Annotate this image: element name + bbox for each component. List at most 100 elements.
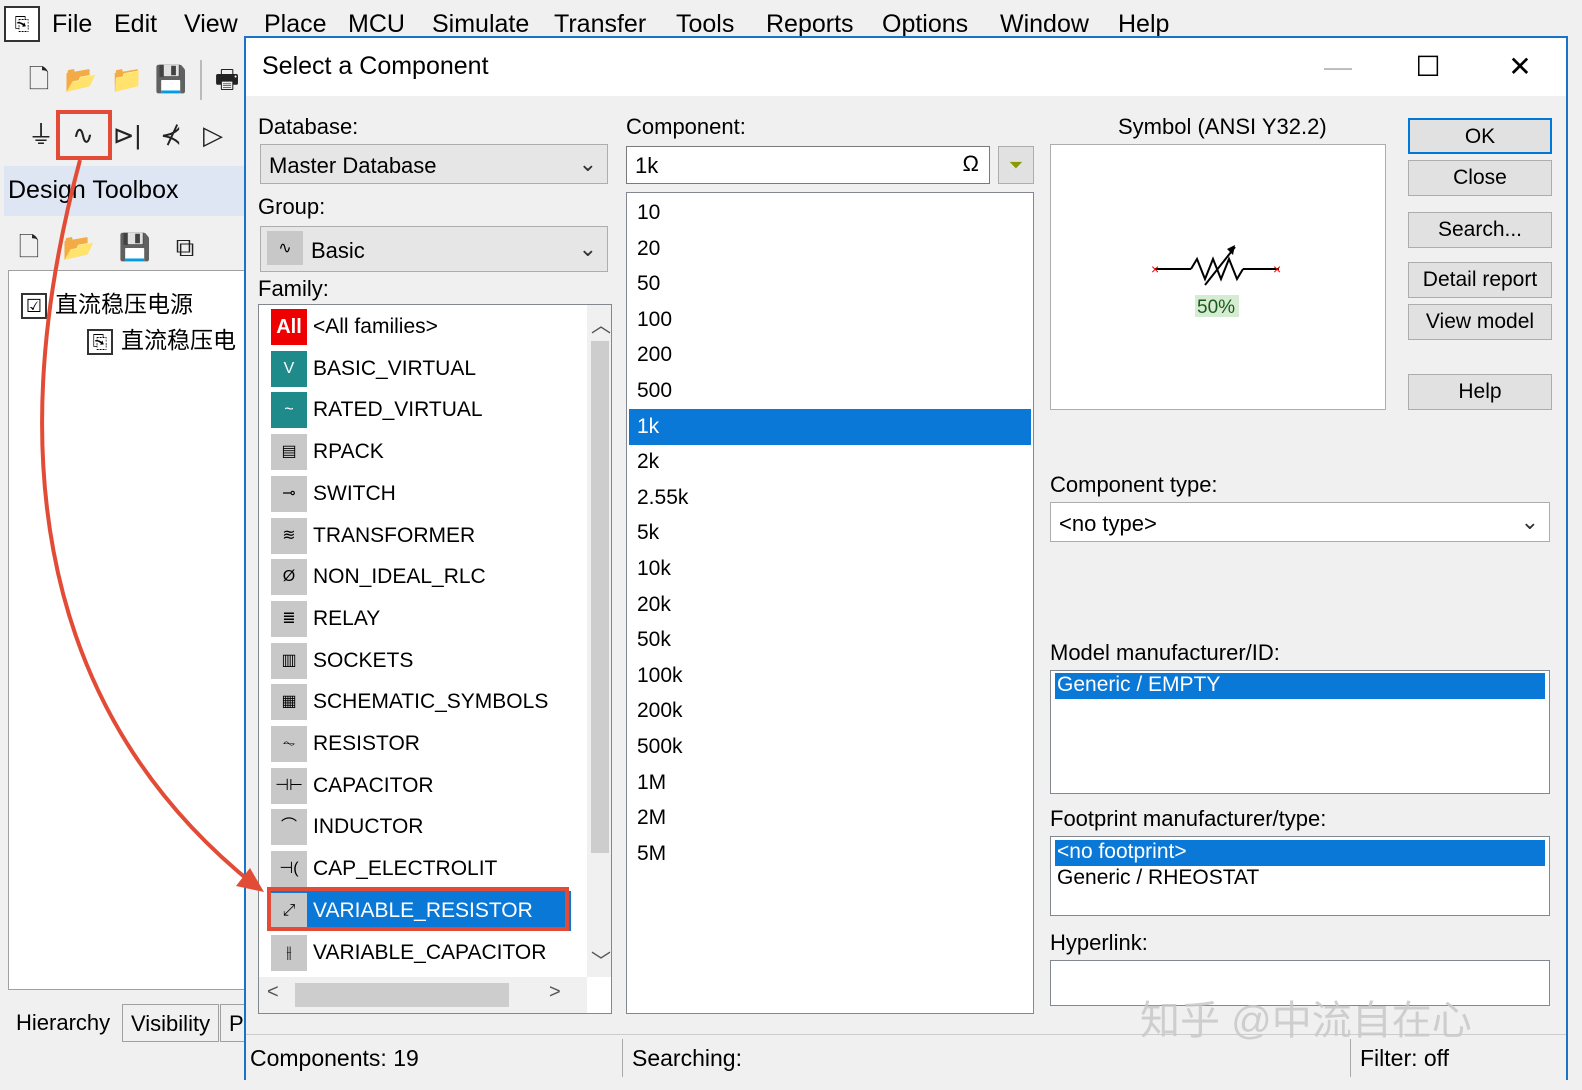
print-icon[interactable]: 🖶 (210, 62, 244, 96)
component-item[interactable]: 1M (629, 765, 1031, 801)
scroll-left-icon[interactable]: < (267, 981, 279, 1004)
model-list[interactable]: Generic / EMPTY (1050, 670, 1550, 794)
family-list[interactable]: All <All families> V BASIC_VIRTUAL ~ RATED_VI… (258, 304, 612, 1014)
source-icon[interactable]: ⏚ (24, 118, 58, 152)
menu-reports[interactable]: Reports (766, 10, 854, 39)
component-list[interactable]: 10 20 50 100 200 500 1k 2k 2.55k 5k 10k 20k 50k 100k 2… (626, 192, 1034, 1014)
family-vertical-scrollbar[interactable]: ︿ ﹀ (587, 305, 611, 977)
checkbox-icon[interactable]: ☑ (21, 292, 47, 319)
footprint-item[interactable]: Generic / RHEOSTAT (1055, 866, 1259, 892)
ohm-icon[interactable]: Ω (963, 151, 979, 177)
family-horizontal-scrollbar[interactable]: < > (259, 977, 587, 1013)
menu-edit[interactable]: Edit (114, 10, 157, 39)
menu-help[interactable]: Help (1118, 10, 1169, 39)
variable-resistor-symbol-icon: × × (1151, 245, 1281, 317)
analog-icon[interactable]: ▷ (196, 118, 230, 152)
group-select[interactable]: ∿ Basic ⌄ (260, 226, 608, 272)
family-item[interactable]: ▦ SCHEMATIC_SYMBOLS (271, 682, 571, 722)
new-design-icon[interactable]: 🗋 (12, 230, 46, 264)
family-item[interactable]: ≋ TRANSFORMER (271, 516, 571, 556)
open-sample-icon[interactable]: 📁 (110, 62, 144, 96)
menu-options[interactable]: Options (882, 10, 968, 39)
transistor-icon[interactable]: ⊀ (154, 118, 188, 152)
help-button[interactable]: Help (1408, 374, 1552, 410)
family-item[interactable]: ⊸ SWITCH (271, 474, 571, 514)
component-item[interactable]: 2k (629, 444, 1031, 480)
view-model-button[interactable]: View model (1408, 304, 1552, 340)
component-item[interactable]: 50k (629, 622, 1031, 658)
family-item[interactable]: ⫲ VARIABLE_CAPACITOR (271, 933, 571, 973)
menu-window[interactable]: Window (1000, 10, 1089, 39)
component-value: 200 (637, 343, 673, 367)
model-item[interactable]: Generic / EMPTY (1055, 673, 1545, 699)
save-icon[interactable]: 💾 (154, 62, 188, 96)
save-design-icon[interactable]: 💾 (118, 230, 152, 264)
family-item[interactable]: ▥ SOCKETS (271, 641, 571, 681)
menu-file[interactable]: File (52, 10, 92, 39)
detail-report-button[interactable]: Detail report (1408, 262, 1552, 298)
component-item[interactable]: 10k (629, 551, 1031, 587)
scroll-down-icon[interactable]: ﹀ (591, 945, 611, 974)
component-item[interactable]: 500k (629, 729, 1031, 765)
close-button[interactable]: Close (1408, 160, 1552, 196)
menu-tools[interactable]: Tools (676, 10, 734, 39)
component-item[interactable]: 2.55k (629, 480, 1031, 516)
menu-transfer[interactable]: Transfer (554, 10, 646, 39)
database-select[interactable]: Master Database ⌄ (260, 144, 608, 184)
footprint-list[interactable]: <no footprint> Generic / RHEOSTAT (1050, 836, 1550, 916)
ok-button[interactable]: OK (1408, 118, 1552, 154)
scroll-thumb[interactable] (295, 983, 509, 1007)
new-sheet-icon[interactable]: ⧉ (168, 230, 202, 264)
family-item[interactable]: ⊣(CAP_ELECTROLIT (271, 849, 571, 889)
component-item[interactable]: 1k (629, 408, 1031, 445)
family-item[interactable]: ⊣⊢ CAPACITOR (271, 766, 571, 806)
tree-root[interactable]: ☑ 直流稳压电源 (21, 285, 193, 319)
filter-icon[interactable]: ⏷ (998, 146, 1034, 184)
open-design-icon[interactable]: 📂 (62, 230, 96, 264)
component-item[interactable]: 10 (629, 195, 1031, 231)
menu-simulate[interactable]: Simulate (432, 10, 529, 39)
component-item[interactable]: 5k (629, 515, 1031, 551)
component-item[interactable]: 20k (629, 587, 1031, 623)
tab-hierarchy[interactable]: Hierarchy (8, 1004, 118, 1042)
search-button[interactable]: Search... (1408, 212, 1552, 248)
family-item[interactable]: Ø NON_IDEAL_RLC (271, 557, 571, 597)
component-item[interactable]: 100k (629, 658, 1031, 694)
family-item[interactable]: ≣ RELAY (271, 599, 571, 639)
schematic-icon: ⎘ (87, 328, 113, 355)
component-item[interactable]: 500 (629, 373, 1031, 409)
component-item[interactable]: 2M (629, 800, 1031, 836)
new-file-icon[interactable]: 🗋 (22, 62, 56, 96)
component-type-select[interactable]: <no type> ⌄ (1050, 502, 1550, 542)
menu-mcu[interactable]: MCU (348, 10, 405, 39)
scroll-up-icon[interactable]: ︿ (591, 309, 611, 338)
menu-view[interactable]: View (184, 10, 238, 39)
family-item[interactable]: ▤ RPACK (271, 432, 571, 472)
family-item[interactable]: ⌒ INDUCTOR (271, 807, 571, 847)
open-folder-icon[interactable]: 📂 (64, 62, 98, 96)
maximize-icon[interactable]: ☐ (1398, 44, 1458, 90)
diode-icon[interactable]: ⊳| (110, 118, 144, 152)
menu-place[interactable]: Place (264, 10, 327, 39)
close-window-icon[interactable]: ✕ (1490, 44, 1550, 90)
family-item[interactable]: ~ RATED_VIRTUAL (271, 390, 571, 430)
app-icon[interactable]: ⎘ (4, 6, 40, 42)
component-input[interactable]: 1k Ω (626, 146, 990, 184)
component-item[interactable]: 50 (629, 266, 1031, 302)
component-value: 500k (637, 735, 683, 758)
family-item[interactable]: ⏦ RESISTOR (271, 724, 571, 764)
family-item[interactable]: All <All families> (271, 307, 571, 347)
component-item[interactable]: 200 (629, 337, 1031, 373)
footprint-item[interactable]: <no footprint> (1055, 840, 1545, 866)
component-item[interactable]: 5M (629, 836, 1031, 872)
component-value: 50 (637, 272, 661, 296)
family-item[interactable]: V BASIC_VIRTUAL (271, 349, 571, 389)
tree-child[interactable]: ⎘ 直流稳压电 (87, 321, 236, 355)
scroll-thumb[interactable] (591, 341, 609, 853)
component-item[interactable]: 100 (629, 302, 1031, 338)
tab-visibility[interactable]: Visibility (122, 1004, 220, 1042)
component-item[interactable]: 200k (629, 693, 1031, 729)
component-item[interactable]: 20 (629, 231, 1031, 267)
scroll-right-icon[interactable]: > (549, 981, 561, 1004)
component-value: 1M (637, 770, 667, 794)
